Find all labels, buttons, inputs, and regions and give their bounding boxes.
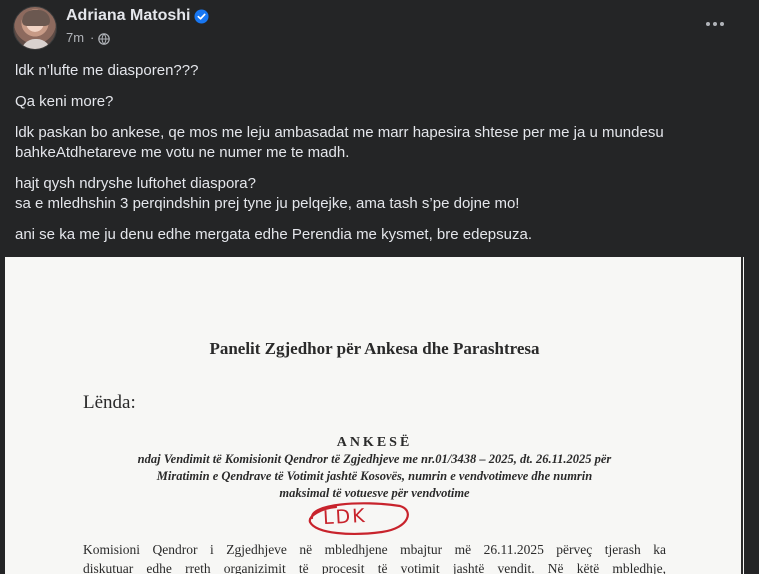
handwritten-stamp-text: LDK bbox=[322, 504, 368, 530]
post-paragraph: ani se ka me ju denu edhe mergata edhe P… bbox=[15, 225, 745, 245]
avatar-shirt bbox=[21, 39, 51, 49]
post-paragraph: hajt qysh ndryshe luftohet diaspora? sa … bbox=[15, 174, 745, 214]
avatar-hair bbox=[22, 10, 50, 26]
document-body-line: Komisioni Qendror i Zgjedhjeve në mbledh… bbox=[83, 542, 666, 557]
more-options-icon[interactable] bbox=[700, 12, 730, 36]
author-name[interactable]: Adriana Matoshi bbox=[66, 7, 190, 25]
more-dot bbox=[713, 22, 717, 26]
document-title: Panelit Zgjedhor për Ankesa dhe Parashtr… bbox=[209, 339, 540, 358]
meta-separator: · bbox=[90, 30, 95, 45]
post-paragraph: Qa keni more? bbox=[15, 92, 745, 112]
post-line: hajt qysh ndryshe luftohet diaspora? bbox=[15, 175, 256, 192]
post-line: sa e mledhshin 3 perqindshin prej tyne j… bbox=[15, 195, 520, 212]
document-edge bbox=[741, 257, 743, 574]
post-timestamp[interactable]: 7m bbox=[66, 30, 84, 45]
post-paragraph: ldk paskan bo ankese, qe mos me leju amb… bbox=[15, 123, 745, 163]
post-line: ldk n’lufte me diasporen??? bbox=[15, 62, 199, 79]
more-dot bbox=[706, 22, 710, 26]
post-header: Adriana Matoshi 7m · bbox=[0, 0, 759, 56]
globe-icon bbox=[98, 33, 110, 45]
verified-badge-icon bbox=[194, 9, 209, 24]
document-heading: ANKESË bbox=[336, 435, 413, 450]
post-line: ldk paskan bo ankese, qe mos me leju amb… bbox=[15, 124, 664, 141]
document-subject-label: Lënda: bbox=[83, 392, 136, 413]
document-subtitle-line: Miratimin e Qendrave të Votimit jashtë K… bbox=[156, 469, 593, 483]
document-body-line: diskutuar edhe rreth organizimit të proc… bbox=[83, 561, 666, 574]
document-subtitle-line: ndaj Vendimit të Komisionit Qendror të Z… bbox=[137, 452, 612, 466]
post-attached-image[interactable]: Panelit Zgjedhor për Ankesa dhe Parashtr… bbox=[5, 257, 744, 574]
more-dot bbox=[720, 22, 724, 26]
post-line: bahkeAtdhetareve me votu ne numer me te … bbox=[15, 144, 350, 161]
post-body: ldk n’lufte me diasporen??? Qa keni more… bbox=[15, 61, 745, 256]
post-line: ani se ka me ju denu edhe mergata edhe P… bbox=[15, 226, 532, 243]
post-line: Qa keni more? bbox=[15, 93, 114, 110]
author-avatar[interactable] bbox=[13, 6, 57, 50]
post-paragraph: ldk n’lufte me diasporen??? bbox=[15, 61, 745, 81]
